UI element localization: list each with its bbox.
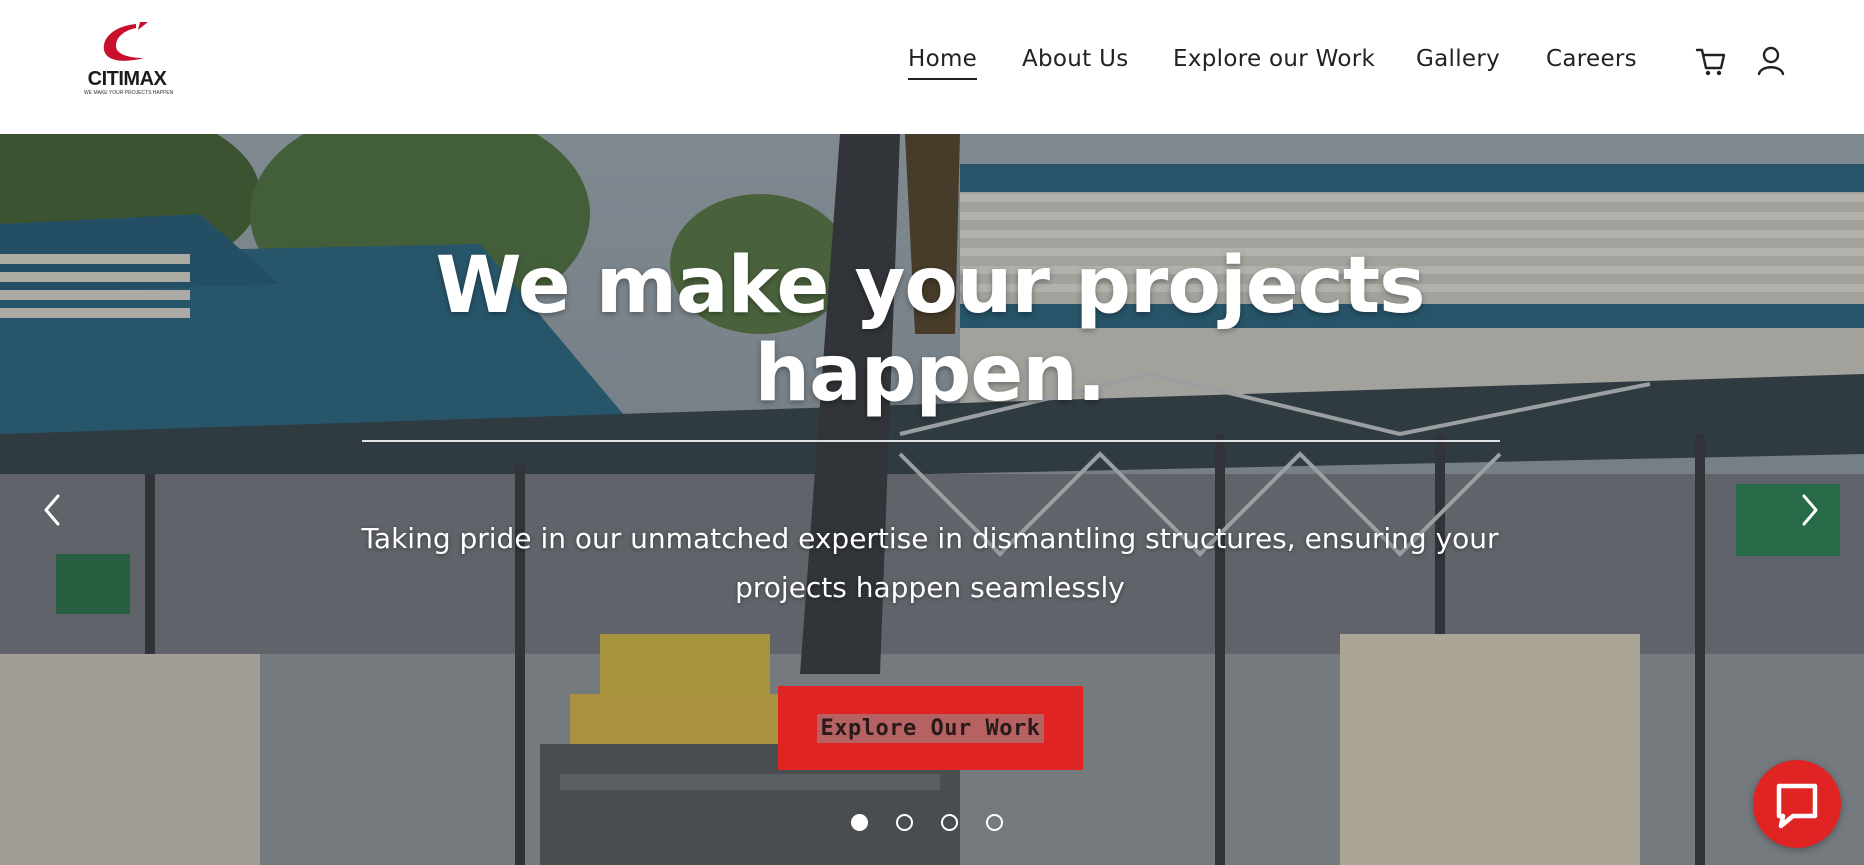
hero-title-line-1: We make your projects xyxy=(435,241,1425,331)
nav-item-gallery[interactable]: Gallery xyxy=(1416,46,1500,72)
chevron-left-icon[interactable] xyxy=(38,486,68,534)
explore-our-work-button-label: Explore Our Work xyxy=(816,713,1045,743)
hero-divider xyxy=(362,440,1500,442)
site-header: CITIMAX WE MAKE YOUR PROJECTS HAPPEN Hom… xyxy=(0,0,1864,134)
cart-icon[interactable] xyxy=(1695,44,1727,78)
user-icon[interactable] xyxy=(1755,44,1787,78)
chat-button[interactable] xyxy=(1753,760,1841,848)
main-nav: Home About Us Explore our Work Gallery C… xyxy=(0,46,1864,86)
logo-tagline: WE MAKE YOUR PROJECTS HAPPEN xyxy=(84,90,174,96)
slide-dot-4[interactable] xyxy=(986,814,1003,831)
nav-item-home[interactable]: Home xyxy=(908,46,978,80)
nav-item-explore-our-work[interactable]: Explore our Work xyxy=(1173,46,1375,72)
chevron-right-icon[interactable] xyxy=(1794,486,1824,534)
slide-dot-1[interactable] xyxy=(851,814,868,831)
chat-bubble-icon xyxy=(1776,783,1818,829)
hero-title-line-2: happen. xyxy=(754,329,1107,419)
hero-title: We make your projects happen. xyxy=(330,242,1530,418)
nav-item-about-us[interactable]: About Us xyxy=(1022,46,1129,72)
hero-subtitle: Taking pride in our unmatched expertise … xyxy=(340,514,1520,612)
hero-subtitle-line-1: Taking pride in our unmatched expertise … xyxy=(361,522,1499,555)
explore-our-work-button[interactable]: Explore Our Work xyxy=(778,686,1083,770)
hero-slider: We make your projects happen. Taking pri… xyxy=(0,134,1864,865)
slide-dot-2[interactable] xyxy=(896,814,913,831)
slide-dot-3[interactable] xyxy=(941,814,958,831)
hero-subtitle-line-2: projects happen seamlessly xyxy=(735,571,1125,604)
nav-item-careers[interactable]: Careers xyxy=(1546,46,1637,72)
